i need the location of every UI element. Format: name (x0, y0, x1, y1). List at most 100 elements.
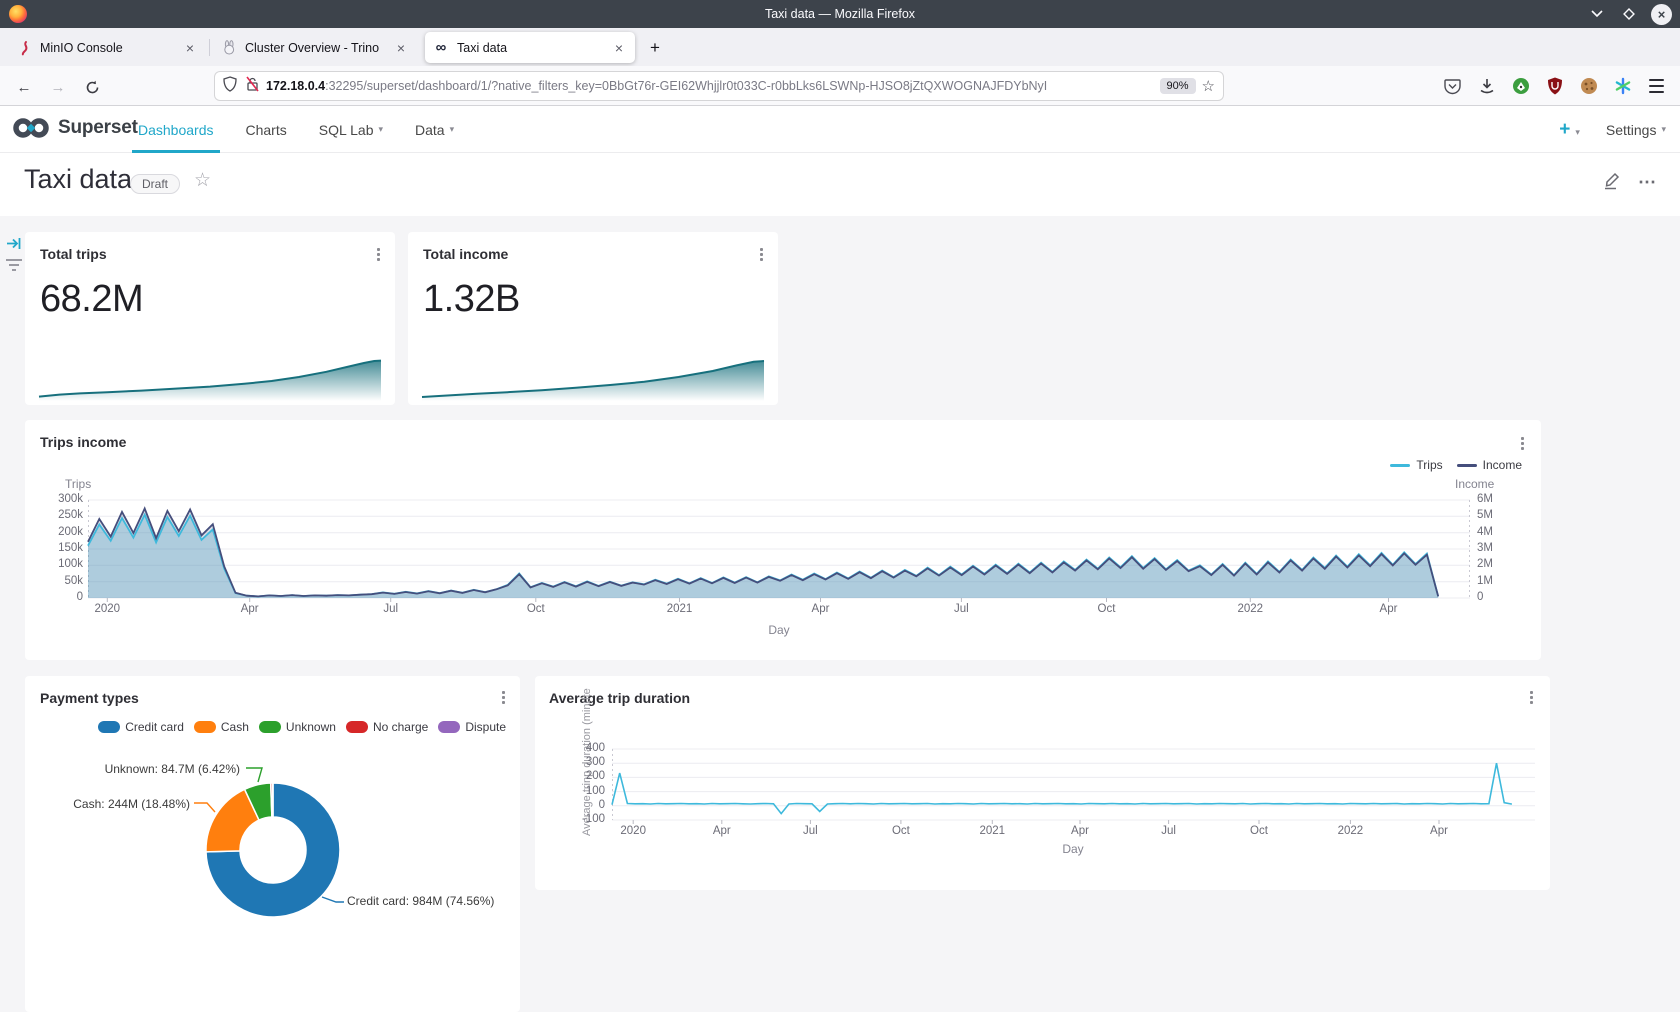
legend-item[interactable]: Unknown (259, 720, 336, 734)
y-tick-label: 200k (39, 526, 83, 538)
y-tick-label: 150k (39, 542, 83, 554)
legend-item[interactable]: Cash (194, 720, 249, 734)
filter-icon[interactable] (5, 258, 23, 277)
more-vertical-icon[interactable] (499, 688, 508, 707)
x-tick-label: 2021 (667, 603, 693, 615)
window-minimize-icon[interactable] (1587, 4, 1607, 24)
x-tick-label: 2020 (95, 603, 121, 615)
tab-minio-console[interactable]: MinIO Console × (8, 32, 206, 63)
url-path: :32295/superset/dashboard/1/?native_filt… (325, 79, 1047, 93)
chart-card-payment-types[interactable]: Payment types Credit cardCashUnknownNo c… (25, 676, 520, 1012)
x-tick-label: Jul (954, 603, 969, 615)
chart-card-avg-trip-duration[interactable]: Average trip duration Average trinp dura… (535, 676, 1550, 890)
tab-separator (209, 39, 210, 56)
superset-logo[interactable]: Superset (12, 116, 138, 140)
legend-color-chip (259, 721, 281, 733)
reload-icon[interactable] (80, 75, 104, 99)
chart-legend[interactable]: Credit card Cash Unknown No charge Dispute (98, 720, 506, 734)
chart-card-total-trips[interactable]: Total trips 68.2M (25, 232, 395, 405)
tab-close-icon[interactable]: × (182, 40, 198, 56)
url-host: 172.18.0.4 (266, 79, 325, 93)
big-number-value: 68.2M (40, 278, 143, 321)
legend-color-chip (438, 721, 460, 733)
tab-trino[interactable]: Cluster Overview - Trino × (213, 32, 417, 63)
back-icon[interactable]: ← (12, 75, 36, 99)
zoom-level-badge[interactable]: 90% (1160, 78, 1196, 94)
window-maximize-icon[interactable] (1619, 4, 1639, 24)
avg-trip-duration-chart[interactable] (612, 740, 1535, 820)
more-vertical-icon[interactable] (1518, 434, 1527, 453)
favorite-star-icon[interactable]: ☆ (194, 169, 211, 192)
sparkline-chart[interactable] (39, 354, 381, 401)
y-tick-label: 2M (1477, 558, 1521, 570)
cookie-icon[interactable] (1579, 77, 1598, 96)
ublock-icon[interactable] (1545, 77, 1564, 96)
tab-close-icon[interactable]: × (611, 40, 627, 56)
legend-line-swatch (1457, 464, 1477, 467)
shield-icon[interactable] (223, 76, 237, 97)
download-icon[interactable] (1477, 77, 1496, 96)
legend-item[interactable]: Income (1457, 458, 1522, 472)
legend-item[interactable]: Trips (1390, 458, 1442, 472)
pie-callout-unknown: Unknown: 84.7M (6.42%) (105, 762, 240, 776)
forward-icon[interactable]: → (46, 75, 70, 99)
privacy-badger-icon[interactable] (1511, 77, 1530, 96)
tab-taxi-data-active[interactable]: ∞ Taxi data × (425, 32, 635, 63)
x-tick-label: Oct (527, 603, 545, 615)
edit-icon[interactable] (1602, 169, 1622, 196)
payment-types-donut-chart[interactable] (25, 742, 520, 982)
window-close-icon[interactable]: × (1651, 4, 1672, 25)
x-tick-label: Oct (1250, 825, 1268, 837)
nav-item-data[interactable]: Data ▾ (399, 106, 470, 153)
trips-income-chart[interactable] (88, 500, 1470, 598)
legend-label: Cash (221, 720, 249, 734)
nav-item-dashboards[interactable]: Dashboards (122, 106, 230, 153)
sparkline-chart[interactable] (422, 354, 764, 401)
chart-card-total-income[interactable]: Total income 1.32B (408, 232, 778, 405)
more-vertical-icon[interactable] (757, 245, 766, 264)
y-tick-label: 50k (39, 575, 83, 587)
trino-favicon (221, 40, 237, 56)
y-tick-label: 1M (1477, 575, 1521, 587)
nav-label: Data (415, 122, 445, 138)
nav-item-charts[interactable]: Charts (230, 106, 303, 153)
url-text[interactable]: 172.18.0.4:32295/superset/dashboard/1/?n… (266, 79, 1154, 93)
pocket-icon[interactable] (1443, 77, 1462, 96)
more-icon[interactable]: ⋯ (1638, 172, 1658, 193)
settings-menu[interactable]: Settings▾ (1606, 106, 1666, 153)
x-tick-label: Oct (1098, 603, 1116, 615)
chart-title: Total trips (40, 246, 107, 262)
legend-item[interactable]: Dispute (438, 720, 506, 734)
chart-legend[interactable]: Trips Income (1390, 458, 1522, 472)
menu-icon[interactable] (1647, 77, 1666, 96)
more-vertical-icon[interactable] (374, 245, 383, 264)
nav-item-sql-lab[interactable]: SQL Lab▾ (303, 106, 399, 153)
legend-item[interactable]: Credit card (98, 720, 184, 734)
y-tick-label: 100 (561, 785, 605, 797)
chart-card-trips-income[interactable]: Trips income TripsIncome Trips Income Da… (25, 420, 1541, 660)
insecure-lock-icon[interactable] (245, 76, 260, 97)
tab-label: Taxi data (457, 41, 601, 55)
more-vertical-icon[interactable] (1527, 688, 1536, 707)
dashboard-body: Total trips 68.2M Total income 1.32B Tri… (0, 216, 1680, 1012)
superset-navbar: Superset Dashboards Charts SQL Lab▾ Data… (0, 106, 1680, 153)
tab-close-icon[interactable]: × (393, 40, 409, 56)
legend-label: Unknown (286, 720, 336, 734)
new-tab-button[interactable]: + (643, 36, 667, 60)
y-tick-label: 3M (1477, 542, 1521, 554)
x-tick-label: Apr (1380, 603, 1398, 615)
multi-account-asterisk-icon[interactable] (1613, 77, 1632, 96)
chevron-down-icon: ▾ (450, 124, 455, 135)
bookmark-star-icon[interactable]: ☆ (1202, 77, 1215, 95)
legend-item[interactable]: No charge (346, 720, 428, 734)
legend-color-chip (194, 721, 216, 733)
expand-filter-bar-icon[interactable] (6, 236, 22, 256)
x-axis-title: Day (768, 623, 789, 637)
url-bar[interactable]: 172.18.0.4:32295/superset/dashboard/1/?n… (215, 72, 1223, 100)
new-item-button[interactable]: +▾ (1559, 119, 1580, 141)
x-tick-label: Jul (803, 825, 818, 837)
extension-toolbar (1443, 72, 1666, 100)
settings-label: Settings (1606, 122, 1657, 138)
y-axis-title-left: Trips (65, 477, 91, 491)
dashboard-header: Taxi data Draft ☆ ⋯ (0, 153, 1680, 216)
